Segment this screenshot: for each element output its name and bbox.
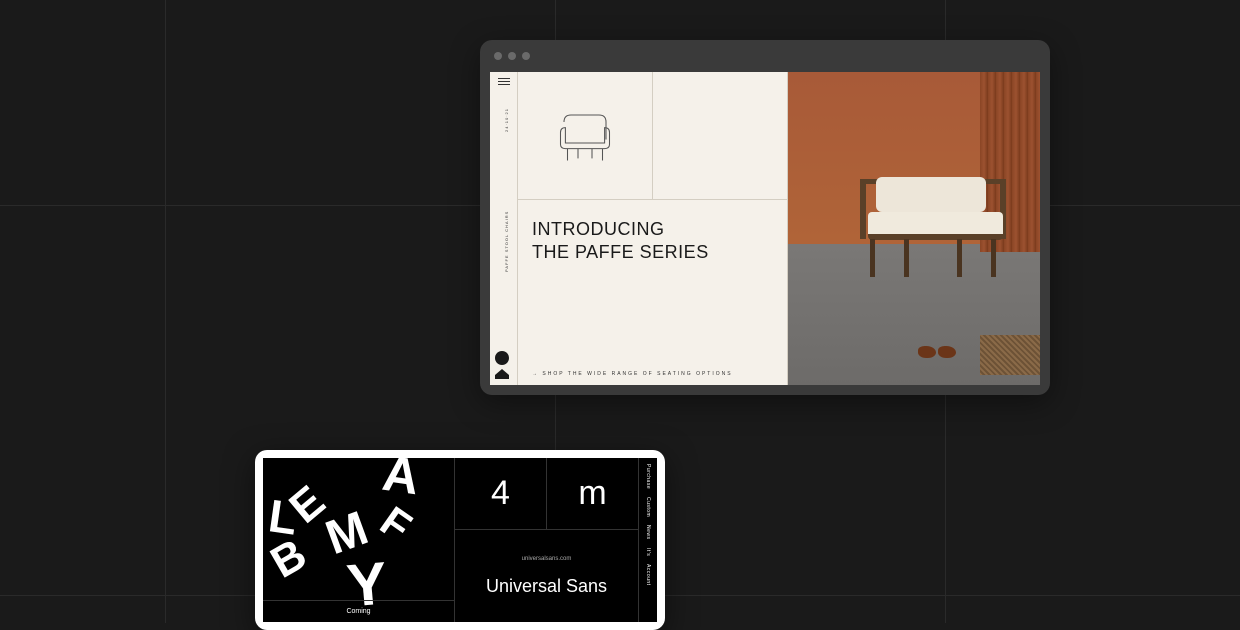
chair-line-drawing: [518, 72, 653, 199]
specimen-letter: m: [547, 458, 638, 529]
brand-logo[interactable]: [495, 351, 509, 379]
hero-photo: [788, 72, 1040, 385]
shop-link[interactable]: → SHOP THE WIDE RANGE OF SEATING OPTIONS: [532, 371, 733, 377]
window-control-dot[interactable]: [522, 52, 530, 60]
hamburger-menu-icon[interactable]: [498, 78, 510, 87]
left-sidebar: 24·10·21 PAFFE STOOL CHAIRS: [490, 72, 518, 385]
nav-link[interactable]: Custom: [645, 497, 651, 517]
sidebar-category-text: PAFFE STOOL CHAIRS: [504, 211, 509, 272]
window-control-dot[interactable]: [494, 52, 502, 60]
nav-link[interactable]: News: [645, 525, 651, 540]
browser-window-typography: A E M F L B Y Coming 4 m universalsans.c…: [255, 450, 665, 630]
armchair-photo: [858, 157, 1008, 277]
empty-cell: [653, 72, 788, 199]
logo-house-icon: [495, 369, 509, 379]
hero-heading: INTRODUCING THE PAFFE SERIES: [532, 218, 709, 265]
nav-link[interactable]: Purchase: [645, 464, 651, 489]
font-title-cell: universalsans.com Universal Sans: [455, 530, 638, 622]
right-nav: Purchase Custom News It's Account: [639, 458, 657, 622]
rug-graphic: [980, 335, 1040, 375]
logo-circle-icon: [495, 351, 509, 365]
grid-line: [165, 0, 166, 623]
intro-panel: INTRODUCING THE PAFFE SERIES → SHOP THE …: [518, 72, 788, 385]
scattered-letters: A E M F L B Y: [263, 458, 454, 622]
sidebar-date-text: 24·10·21: [504, 108, 509, 132]
letters-panel: A E M F L B Y Coming: [263, 458, 455, 622]
nav-link[interactable]: Account: [645, 564, 651, 586]
font-url[interactable]: universalsans.com: [522, 556, 572, 562]
specimen-number: 4: [455, 458, 547, 529]
window-titlebar: [480, 40, 1050, 72]
armchair-outline-icon: [550, 101, 620, 171]
specimen-row: 4 m: [455, 458, 638, 530]
chair-illustration-row: [518, 72, 787, 200]
heading-line-2: THE PAFFE SERIES: [532, 241, 709, 264]
shoes-graphic: [918, 346, 958, 360]
page-content: 24·10·21 PAFFE STOOL CHAIRS: [490, 72, 1040, 385]
page-content: A E M F L B Y Coming 4 m universalsans.c…: [263, 458, 657, 622]
font-name: Universal Sans: [486, 576, 607, 597]
nav-link[interactable]: It's: [645, 548, 651, 556]
window-control-dot[interactable]: [508, 52, 516, 60]
browser-window-furniture: 24·10·21 PAFFE STOOL CHAIRS: [480, 40, 1050, 395]
info-panel: 4 m universalsans.com Universal Sans: [455, 458, 639, 622]
coming-label: Coming: [263, 600, 454, 622]
heading-line-1: INTRODUCING: [532, 218, 709, 241]
